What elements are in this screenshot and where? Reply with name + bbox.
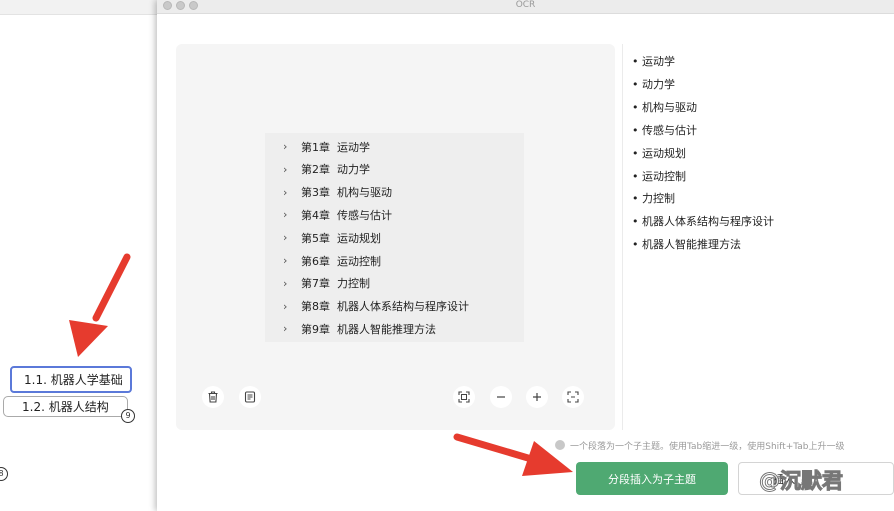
ocr-result-text: 动力学 <box>642 77 675 91</box>
chevron-right-icon: › <box>283 162 288 176</box>
document-text-icon <box>244 391 256 403</box>
ocr-result-item[interactable]: • 运动规划 <box>632 144 686 164</box>
chevron-right-icon: › <box>283 185 288 199</box>
ocr-result-text: 传感与估计 <box>642 123 697 137</box>
image-chapter-text: 第7章 力控制 <box>301 277 370 291</box>
ocr-result-text: 机器人智能推理方法 <box>642 238 741 252</box>
ocr-result-item[interactable]: • 运动学 <box>632 52 675 72</box>
window-titlebar: OCR <box>157 0 894 14</box>
chevron-right-icon: › <box>283 254 288 267</box>
ocr-result-text: 运动学 <box>642 55 675 68</box>
image-chapter-text: 第1章 运动学 <box>301 140 370 154</box>
ocr-result-text: 运动控制 <box>642 169 686 183</box>
ocr-source-image: › 第1章 运动学 › 第2章 动力学 › 第3章 机构与驱动 › 第4章 传感与估计 › 第5章… <box>265 133 524 342</box>
bullet-icon: • <box>632 192 642 206</box>
image-chapter-line: › 第1章 运动学 <box>265 135 524 158</box>
window-title: OCR <box>515 0 536 10</box>
ocr-result-text: 机器人体系结构与程序设计 <box>642 215 774 229</box>
hint-row: 一个段落为一个子主题。使用Tab缩进一级，使用Shift+Tab上升一级 <box>555 439 894 455</box>
image-chapter-line: › 第4章 传感与估计 <box>265 203 524 226</box>
bullet-icon: • <box>632 123 642 137</box>
insert-as-subtopics-button[interactable]: 分段插入为子主题 <box>576 462 728 495</box>
ocr-result-item[interactable]: • 力控制 <box>632 189 675 209</box>
chevron-right-icon: › <box>283 299 288 313</box>
image-chapter-text: 第4章 传感与估计 <box>301 208 392 222</box>
image-chapter-line: › 第2章 动力学 <box>265 158 524 181</box>
mindmap-node-label: 1.1. 机器人学基础 <box>24 373 123 387</box>
ocr-result-item[interactable]: • 传感与估计 <box>632 121 697 141</box>
chevron-right-icon: › <box>283 276 288 290</box>
image-chapter-text: 第9章 机器人智能推理方法 <box>301 322 436 336</box>
collapsed-count-badge[interactable]: 8 <box>0 467 8 481</box>
collapsed-count-badge[interactable]: 9 <box>121 409 135 423</box>
ocr-window: OCR › 第1章 运动学 › 第2章 动力学 › 第3章 机构与驱动 › 第4章 传感与估计… <box>157 0 894 511</box>
bullet-icon: • <box>632 77 642 91</box>
chevron-right-icon: › <box>283 208 288 222</box>
bullet-icon: • <box>632 238 642 252</box>
mindmap-canvas[interactable]: 1.1. 机器人学基础 1.2. 机器人结构 9 8 <box>0 0 157 511</box>
hint-text: 一个段落为一个子主题。使用Tab缩进一级，使用Shift+Tab上升一级 <box>570 442 845 452</box>
screenshot-icon <box>567 391 579 403</box>
fit-screen-button[interactable] <box>453 386 475 408</box>
mindmap-topbar <box>0 0 157 15</box>
image-chapter-text: 第3章 机构与驱动 <box>301 186 392 200</box>
ocr-result-item[interactable]: • 机器人智能推理方法 <box>632 235 741 255</box>
image-chapter-text: 第5章 运动规划 <box>301 231 381 245</box>
ocr-result-panel[interactable]: • 运动学 • 动力学 • 机构与驱动 • 传感与估计 • 运动规划 • 运动控制 • 力控… <box>622 44 894 430</box>
screenshot-button[interactable] <box>562 386 584 408</box>
insert-button-label: 分段插入为子主题 <box>608 472 696 486</box>
bullet-icon: • <box>632 169 642 183</box>
bullet-icon: • <box>632 55 642 68</box>
zoom-in-button[interactable] <box>526 386 548 408</box>
image-chapter-line: › 第9章 机器人智能推理方法 <box>265 317 524 340</box>
bullet-icon: • <box>632 215 642 229</box>
info-icon <box>555 440 565 450</box>
image-chapter-line: › 第7章 力控制 <box>265 272 524 295</box>
minus-icon <box>497 396 505 398</box>
ocr-result-item[interactable]: • 机器人体系结构与程序设计 <box>632 212 774 232</box>
plus-icon <box>533 393 541 401</box>
image-preview-panel: › 第1章 运动学 › 第2章 动力学 › 第3章 机构与驱动 › 第4章 传感与估计 › 第5章… <box>176 44 615 430</box>
ocr-result-text: 机构与驱动 <box>642 100 697 114</box>
mindmap-node-label: 1.2. 机器人结构 <box>22 400 109 414</box>
ocr-result-text: 运动规划 <box>642 146 686 160</box>
image-chapter-line: › 第8章 机器人体系结构与程序设计 <box>265 295 524 318</box>
ocr-result-item[interactable]: • 运动控制 <box>632 167 686 187</box>
ocr-result-item[interactable]: • 机构与驱动 <box>632 98 697 118</box>
bullet-icon: • <box>632 100 642 114</box>
image-chapter-line: › 第6章 运动控制 <box>265 249 524 272</box>
zoom-out-button[interactable] <box>490 386 512 408</box>
mindmap-node[interactable]: 1.2. 机器人结构 <box>3 396 128 417</box>
fit-frame-icon <box>458 391 470 403</box>
chevron-right-icon: › <box>283 322 288 336</box>
watermark: @沉默君 <box>759 469 844 494</box>
image-chapter-text: 第6章 运动控制 <box>301 254 381 268</box>
ocr-result-item[interactable]: • 动力学 <box>632 75 675 95</box>
trash-icon <box>208 391 218 403</box>
chevron-right-icon: › <box>283 140 288 153</box>
bullet-icon: • <box>632 146 642 160</box>
mindmap-node-selected[interactable]: 1.1. 机器人学基础 <box>10 366 132 393</box>
delete-button[interactable] <box>202 386 224 408</box>
ocr-result-text: 力控制 <box>642 192 675 206</box>
image-chapter-text: 第2章 动力学 <box>301 163 370 177</box>
copy-text-button[interactable] <box>239 386 261 408</box>
image-chapter-line: › 第5章 运动规划 <box>265 226 524 249</box>
chevron-right-icon: › <box>283 231 288 245</box>
image-chapter-line: › 第3章 机构与驱动 <box>265 181 524 204</box>
image-chapter-text: 第8章 机器人体系结构与程序设计 <box>301 300 469 314</box>
